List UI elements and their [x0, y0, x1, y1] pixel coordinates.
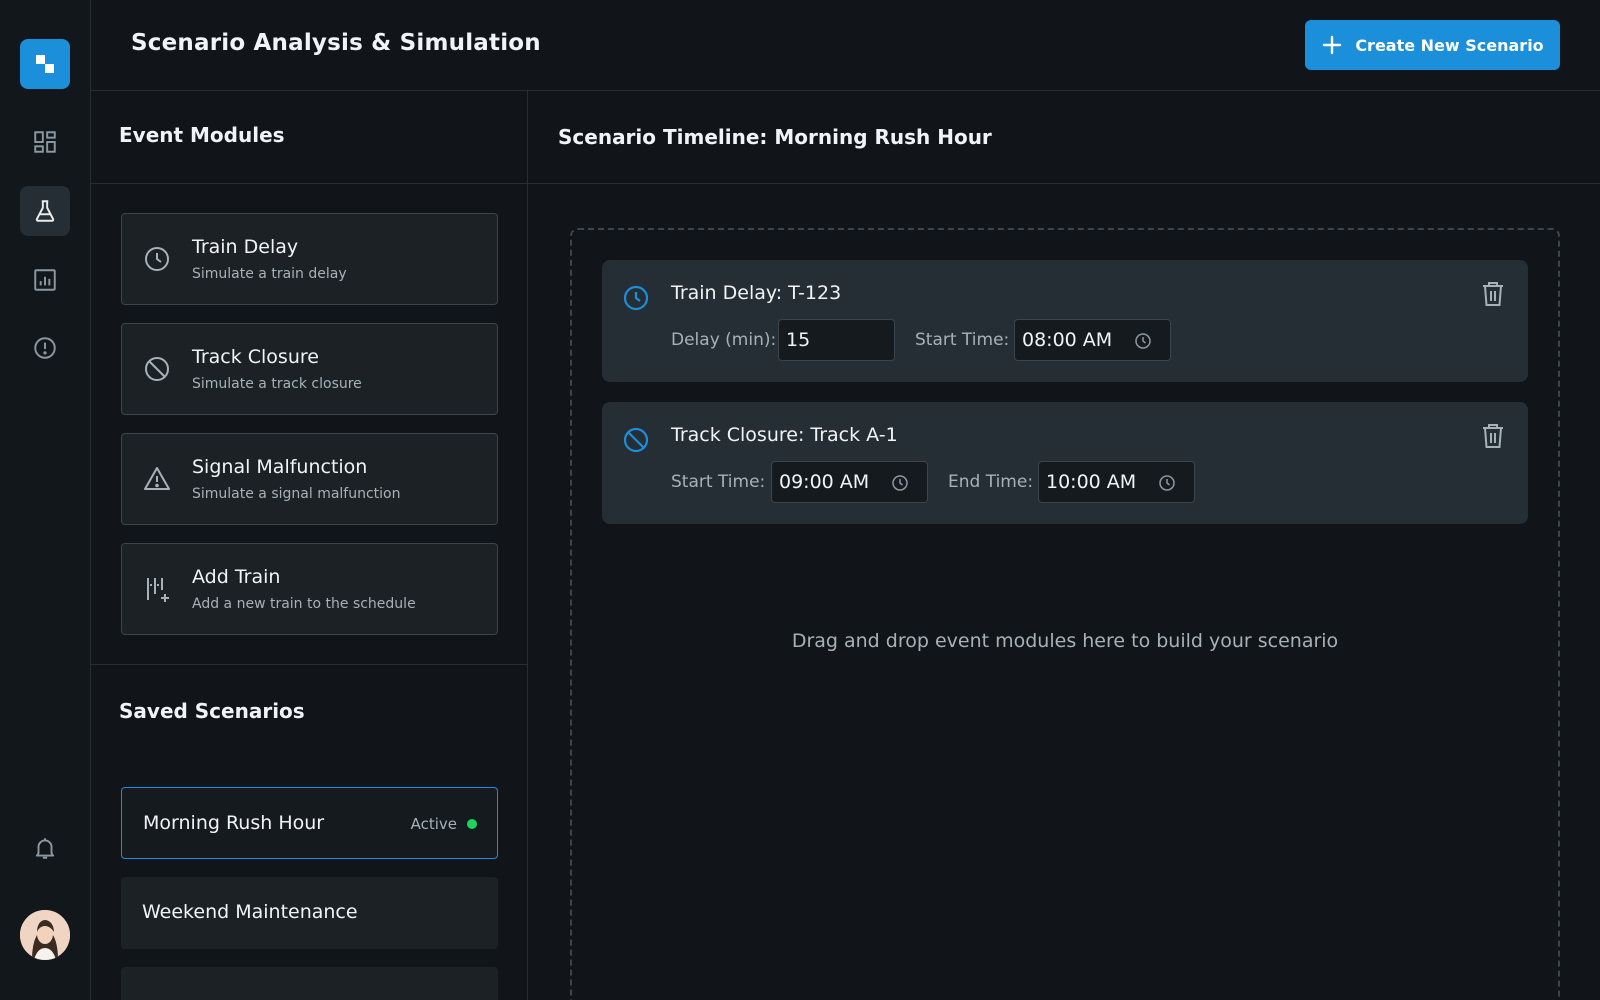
field-value: 08:00 AM: [1022, 329, 1113, 351]
divider: [528, 183, 1600, 184]
module-description: Add a new train to the schedule: [192, 596, 416, 612]
clock-icon: [623, 285, 649, 311]
event-card-train-delay[interactable]: Train Delay: T-123 Delay (min): 15 Start…: [602, 260, 1528, 382]
nav-rail: [0, 0, 91, 1000]
clock-icon: [1159, 475, 1175, 491]
event-card-track-closure[interactable]: Track Closure: Track A-1 Start Time: 09:…: [602, 402, 1528, 524]
top-bar: Scenario Analysis & Simulation Create Ne…: [91, 0, 1600, 91]
block-icon: [142, 354, 172, 384]
trash-icon[interactable]: [1480, 422, 1506, 450]
status-badge: Active: [410, 815, 457, 833]
module-description: Simulate a track closure: [192, 376, 362, 392]
page-title: Scenario Analysis & Simulation: [131, 30, 541, 56]
plus-icon: [1323, 35, 1342, 55]
scenario-name: Weekend Maintenance: [142, 901, 358, 923]
end-time-input[interactable]: 10:00 AM: [1038, 461, 1195, 503]
user-avatar[interactable]: [20, 910, 70, 960]
field-value: 15: [786, 329, 811, 351]
module-title: Signal Malfunction: [192, 456, 368, 478]
report-chart-icon[interactable]: [20, 255, 70, 305]
alert-circle-icon[interactable]: [20, 323, 70, 373]
divider: [91, 183, 527, 184]
event-modules-heading: Event Modules: [119, 123, 285, 147]
field-value: 09:00 AM: [779, 471, 870, 493]
start-time-input[interactable]: 08:00 AM: [1014, 319, 1171, 361]
field-label: Start Time:: [915, 330, 1010, 350]
scenario-name: Morning Rush Hour: [143, 812, 325, 834]
saved-scenarios-heading: Saved Scenarios: [119, 699, 305, 723]
module-track-closure[interactable]: Track Closure Simulate a track closure: [121, 323, 498, 415]
event-title: Train Delay: T-123: [671, 282, 842, 304]
create-button-label: Create New Scenario: [1355, 35, 1544, 55]
bell-icon[interactable]: [20, 823, 70, 873]
module-title: Track Closure: [192, 346, 319, 368]
field-value: 10:00 AM: [1046, 471, 1137, 493]
field-label: Start Time:: [671, 472, 766, 492]
clock-icon: [892, 475, 908, 491]
create-new-scenario-button[interactable]: Create New Scenario: [1305, 20, 1560, 70]
trash-icon[interactable]: [1480, 280, 1506, 308]
scenario-item-morning-rush-hour[interactable]: Morning Rush Hour Active: [121, 787, 498, 859]
timeline-panel: Scenario Timeline: Morning Rush Hour Tra…: [528, 91, 1600, 1000]
field-label: End Time:: [948, 472, 1034, 492]
block-icon: [623, 427, 649, 453]
delay-minutes-input[interactable]: 15: [778, 319, 895, 361]
module-description: Simulate a train delay: [192, 266, 347, 282]
module-signal-malfunction[interactable]: Signal Malfunction Simulate a signal mal…: [121, 433, 498, 525]
app-logo-icon[interactable]: [20, 39, 70, 89]
module-title: Train Delay: [192, 236, 299, 258]
divider: [91, 664, 527, 665]
start-time-input[interactable]: 09:00 AM: [771, 461, 928, 503]
timeline-title: Scenario Timeline: Morning Rush Hour: [558, 125, 992, 149]
add-train-icon: [142, 574, 172, 604]
event-title: Track Closure: Track A-1: [671, 424, 898, 446]
field-label: Delay (min):: [671, 330, 777, 350]
left-panel: Event Modules Train Delay Simulate a tra…: [91, 91, 528, 1000]
module-train-delay[interactable]: Train Delay Simulate a train delay: [121, 213, 498, 305]
dashboard-icon[interactable]: [20, 117, 70, 167]
clock-icon: [1135, 333, 1151, 349]
dropzone-hint: Drag and drop event modules here to buil…: [791, 630, 1339, 652]
clock-icon: [142, 244, 172, 274]
module-add-train[interactable]: Add Train Add a new train to the schedul…: [121, 543, 498, 635]
warning-triangle-icon: [142, 464, 172, 494]
status-dot: [467, 819, 477, 829]
scenario-dropzone[interactable]: Train Delay: T-123 Delay (min): 15 Start…: [570, 228, 1560, 1000]
scenario-item-partial[interactable]: [121, 967, 498, 1000]
module-title: Add Train: [192, 566, 281, 588]
module-description: Simulate a signal malfunction: [192, 486, 401, 502]
flask-icon[interactable]: [20, 186, 70, 236]
scenario-item-weekend-maintenance[interactable]: Weekend Maintenance: [121, 877, 498, 949]
app-root: Scenario Analysis & Simulation Create Ne…: [0, 0, 1600, 1000]
